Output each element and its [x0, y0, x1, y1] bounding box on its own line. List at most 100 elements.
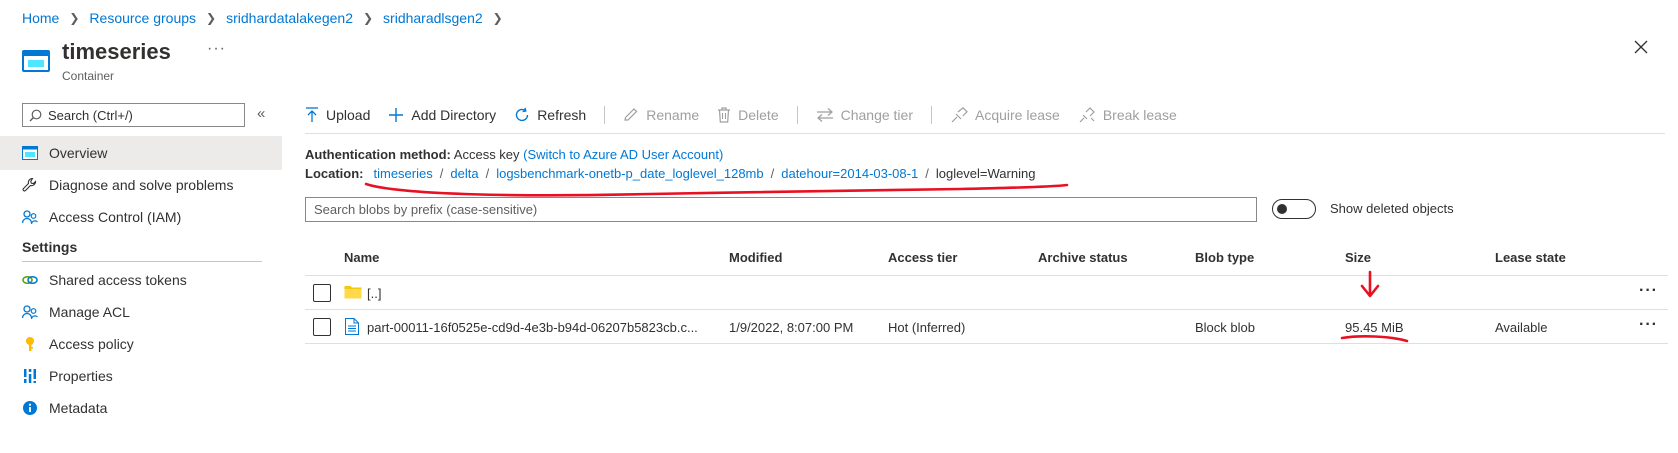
location-segment-delta[interactable]: delta	[450, 166, 478, 181]
lease-icon	[950, 107, 968, 123]
search-icon	[29, 109, 42, 121]
row-checkbox[interactable]	[313, 318, 331, 336]
chevron-right-icon: ❯	[206, 11, 217, 25]
sidebar-item-access-policy[interactable]: Access policy	[0, 327, 282, 361]
path-separator: /	[485, 166, 490, 181]
sidebar-item-shared-access-tokens[interactable]: Shared access tokens	[0, 263, 282, 297]
add-directory-label: Add Directory	[411, 107, 497, 123]
upload-button[interactable]: Upload	[305, 107, 370, 123]
sidebar-item-label: Access policy	[49, 336, 134, 352]
row-size: 95.45 MiB	[1345, 320, 1404, 335]
show-deleted-label: Show deleted objects	[1330, 201, 1454, 216]
rename-button[interactable]: Rename	[623, 107, 699, 123]
row-name[interactable]: part-00011-16f0525e-cd9d-4e3b-b94d-06207…	[367, 320, 698, 335]
wrench-icon	[22, 177, 38, 193]
switch-auth-link[interactable]: (Switch to Azure AD User Account)	[523, 147, 723, 162]
collapse-sidebar-icon[interactable]: «	[257, 105, 265, 122]
break-lease-label: Break lease	[1102, 107, 1177, 123]
show-deleted-toggle[interactable]	[1272, 199, 1316, 219]
rename-icon	[623, 107, 639, 123]
column-header-access-tier[interactable]: Access tier	[888, 250, 957, 265]
table-row[interactable]: part-00011-16f0525e-cd9d-4e3b-b94d-06207…	[305, 310, 1668, 344]
path-separator: /	[439, 166, 444, 181]
upload-icon	[305, 107, 319, 123]
breadcrumb: Home ❯ Resource groups ❯ sridhardatalake…	[22, 8, 513, 28]
row-blob-type: Block blob	[1195, 320, 1255, 335]
page-subtitle: Container	[62, 69, 115, 83]
row-checkbox[interactable]	[313, 284, 331, 302]
location-segment-logsbenchmark[interactable]: logsbenchmark-onetb-p_date_loglevel_128m…	[496, 166, 763, 181]
auth-method-label: Authentication method:	[305, 147, 451, 162]
row-name[interactable]: [..]	[367, 286, 381, 301]
change-tier-button[interactable]: Change tier	[816, 107, 913, 123]
column-header-lease-state[interactable]: Lease state	[1495, 250, 1566, 265]
divider	[604, 106, 606, 124]
column-header-name[interactable]: Name	[344, 250, 379, 265]
key-icon	[22, 336, 38, 352]
row-access-tier: Hot (Inferred)	[888, 320, 966, 335]
sidebar-item-label: Metadata	[49, 400, 108, 416]
chevron-right-icon: ❯	[492, 11, 503, 25]
page-title: timeseries	[62, 39, 171, 64]
close-icon[interactable]	[1634, 40, 1648, 57]
properties-icon	[22, 368, 38, 384]
sidebar-search-input[interactable]: Search (Ctrl+/)	[22, 103, 245, 127]
toggle-knob	[1277, 204, 1287, 214]
sidebar-item-metadata[interactable]: Metadata	[0, 391, 282, 425]
sidebar-item-label: Access Control (IAM)	[49, 209, 182, 225]
trash-icon	[717, 107, 731, 123]
break-lease-icon	[1078, 107, 1096, 123]
acquire-lease-label: Acquire lease	[975, 107, 1060, 123]
delete-label: Delete	[738, 107, 779, 123]
refresh-button[interactable]: Refresh	[514, 107, 586, 123]
blob-search-input[interactable]: Search blobs by prefix (case-sensitive)	[305, 197, 1257, 222]
info-icon	[22, 400, 38, 416]
link-icon	[22, 272, 38, 288]
container-icon	[22, 48, 50, 72]
break-lease-button[interactable]: Break lease	[1078, 107, 1177, 123]
column-header-size[interactable]: Size	[1345, 250, 1371, 265]
breadcrumb-storage-account[interactable]: sridharadlsgen2	[383, 10, 483, 26]
settings-heading: Settings	[22, 239, 78, 255]
sidebar-item-manage-acl[interactable]: Manage ACL	[0, 295, 282, 329]
auth-method-value: Access key	[453, 147, 520, 162]
acquire-lease-button[interactable]: Acquire lease	[950, 107, 1060, 123]
rename-label: Rename	[646, 107, 700, 123]
column-header-archive-status[interactable]: Archive status	[1038, 250, 1128, 265]
row-lease-state: Available	[1495, 320, 1548, 335]
chevron-right-icon: ❯	[362, 11, 374, 25]
row-modified: 1/9/2022, 8:07:00 PM	[729, 320, 854, 335]
page-header: timeseries Container ···	[22, 38, 225, 83]
row-more-button[interactable]: ···	[1639, 282, 1658, 300]
location-underline-annotation	[364, 182, 1069, 197]
table-header: Name Modified Access tier Archive status…	[305, 240, 1668, 276]
breadcrumb-resource-group[interactable]: sridhardatalakegen2	[226, 10, 353, 26]
people-icon	[22, 209, 38, 225]
folder-icon	[344, 284, 362, 302]
column-header-modified[interactable]: Modified	[729, 250, 782, 265]
location-current: loglevel=Warning	[935, 166, 1036, 181]
location-label: Location:	[305, 166, 364, 181]
column-header-blob-type[interactable]: Blob type	[1195, 250, 1254, 265]
sidebar-item-access-control[interactable]: Access Control (IAM)	[0, 200, 282, 234]
blob-search-placeholder: Search blobs by prefix (case-sensitive)	[314, 202, 538, 217]
delete-button[interactable]: Delete	[717, 107, 779, 123]
sidebar-item-label: Shared access tokens	[49, 272, 187, 288]
sidebar-item-diagnose[interactable]: Diagnose and solve problems	[0, 168, 282, 202]
swap-icon	[816, 108, 834, 122]
breadcrumb-resource-groups[interactable]: Resource groups	[89, 10, 196, 26]
add-directory-button[interactable]: Add Directory	[388, 107, 496, 123]
location-segment-datehour[interactable]: datehour=2014-03-08-1	[781, 166, 918, 181]
location-segment-timeseries[interactable]: timeseries	[374, 166, 433, 181]
breadcrumb-home[interactable]: Home	[22, 10, 59, 26]
auth-method: Authentication method: Access key (Switc…	[305, 147, 723, 162]
divider	[931, 106, 932, 124]
more-options-button[interactable]: ···	[207, 40, 226, 58]
sidebar-item-label: Overview	[49, 145, 108, 161]
sidebar-item-label: Diagnose and solve problems	[49, 177, 234, 193]
sidebar-item-overview[interactable]: Overview	[0, 136, 282, 170]
refresh-label: Refresh	[537, 107, 587, 123]
sidebar-item-properties[interactable]: Properties	[0, 359, 282, 393]
row-more-button[interactable]: ···	[1639, 316, 1658, 334]
table-row[interactable]: [..] ···	[305, 276, 1668, 310]
